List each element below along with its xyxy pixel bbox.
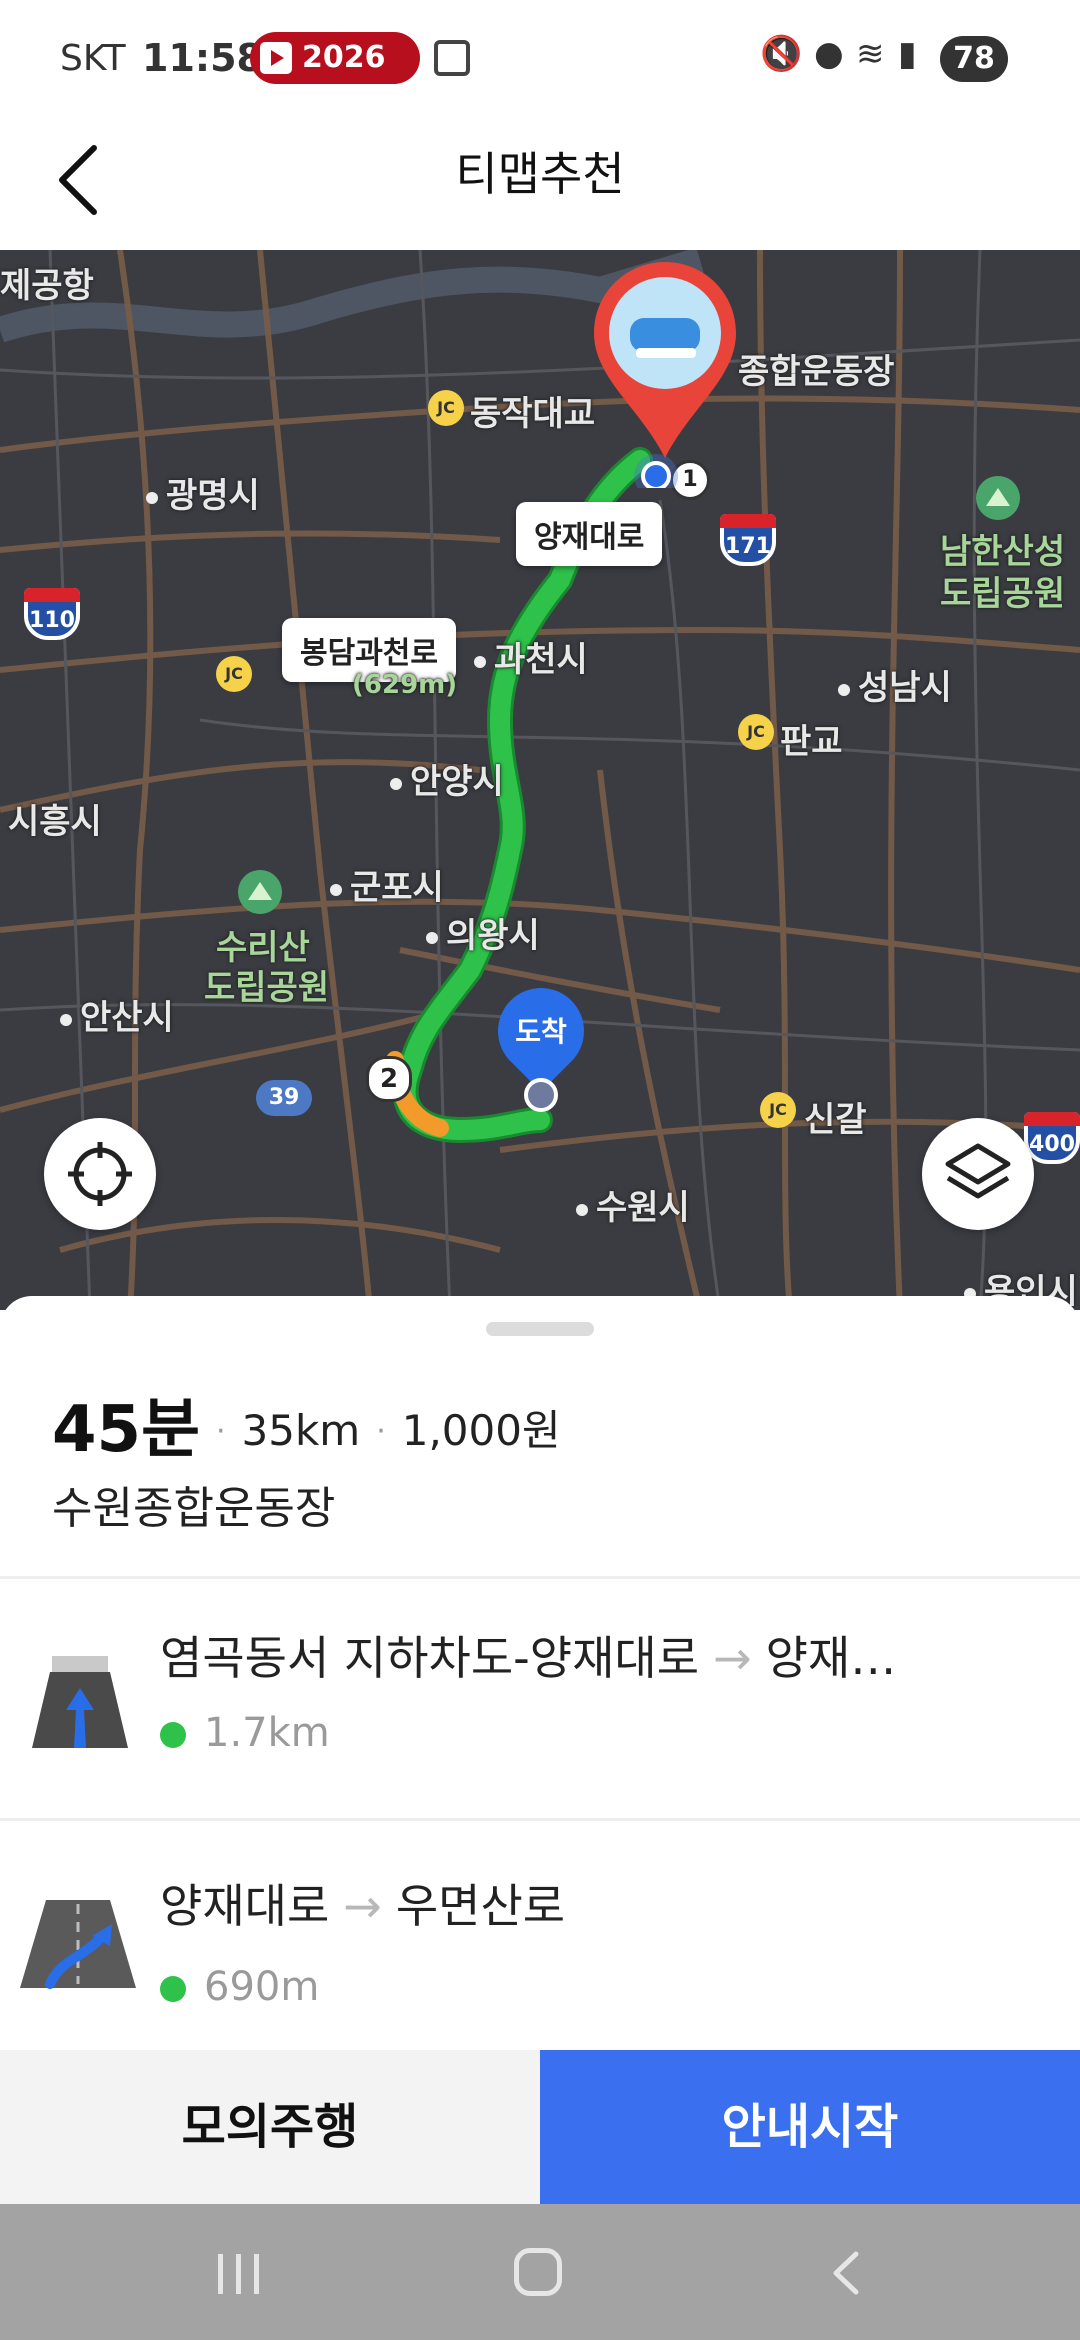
- mute-icon: 🔇: [760, 34, 803, 74]
- jc-marker: JC: [760, 1092, 796, 1128]
- recents-button[interactable]: [218, 2254, 262, 2294]
- home-button[interactable]: [514, 2248, 562, 2296]
- map-label: 동작대교: [470, 394, 596, 434]
- park-icon: [238, 870, 282, 914]
- play-icon: [260, 42, 292, 74]
- map-layers-button[interactable]: [922, 1118, 1034, 1230]
- start-location-pin: [594, 262, 736, 488]
- map-label: 의왕시: [426, 908, 540, 957]
- system-back-button[interactable]: [826, 2250, 866, 2296]
- page-title: 티맵추천: [455, 147, 625, 201]
- route-road-label: 양재대로: [516, 502, 663, 566]
- map-label: 시흥시: [8, 802, 102, 842]
- map-label: 과천시: [474, 632, 588, 681]
- route-map[interactable]: 110 171 39 400 JC JC JC JC 제공항 종합운동장 동작대…: [0, 250, 1080, 1310]
- map-label: 안양시: [390, 754, 504, 803]
- map-label: 군포시: [330, 860, 444, 909]
- start-navigation-button[interactable]: 안내시작: [540, 2050, 1080, 2204]
- arrival-label: 도착: [515, 1015, 567, 1048]
- location-icon: ●: [814, 34, 844, 74]
- destination-name: 수원종합운동장: [52, 1483, 336, 1534]
- map-label: 성남시: [838, 660, 952, 709]
- system-nav-bar: [0, 2204, 1080, 2340]
- map-label: 안산시: [60, 990, 174, 1039]
- layers-icon: [945, 1143, 1011, 1199]
- map-label: 제공항: [0, 266, 94, 306]
- carrier-label: SKT: [60, 38, 126, 79]
- map-label: 판교: [780, 722, 843, 762]
- route-step-text: 염곡동서 지하차도-양재대로 → 양재…: [160, 1631, 897, 1685]
- route-summary-sheet: 45분 · 35km · 1,000원 수원종합운동장 염곡동서 지하차도-양재대로 → 양…: [0, 1296, 1080, 2056]
- status-bar: SKT 11:58 2026 🔇 ● ≋ ▮ 78: [0, 0, 1080, 118]
- map-label: 신갈: [804, 1100, 867, 1140]
- divider: [0, 1818, 1080, 1821]
- recording-indicator: 2026: [250, 32, 420, 84]
- map-label: 도립공원: [940, 574, 1066, 614]
- clock: 11:58: [142, 36, 263, 80]
- merge-right-icon: [20, 1900, 136, 1989]
- battery-indicator: 78: [940, 36, 1008, 82]
- underpass-icon: [32, 1656, 128, 1748]
- screenshot-icon: [434, 40, 470, 76]
- route-toll: 1,000원: [401, 1406, 561, 1455]
- route-step-distance: 1.7km: [160, 1710, 330, 1756]
- map-label: 도립공원: [204, 968, 330, 1008]
- route-distance: 35km: [241, 1406, 361, 1455]
- wifi-icon: ≋: [856, 34, 885, 74]
- divider: [0, 1576, 1080, 1579]
- current-location-button[interactable]: [44, 1118, 156, 1230]
- waypoint-marker: 2: [366, 1056, 412, 1102]
- route-step-text: 양재대로 → 우면산로: [160, 1879, 566, 1933]
- signal-icon: ▮: [898, 34, 917, 74]
- route-duration: 45분: [52, 1393, 200, 1467]
- park-icon: [976, 476, 1020, 520]
- route-road-sublabel: (629m): [352, 670, 458, 700]
- destination-dot: [524, 1078, 558, 1112]
- route-step-distance: 690m: [160, 1964, 319, 2010]
- map-label: 종합운동장: [738, 352, 895, 392]
- map-label: 수원시: [576, 1180, 690, 1229]
- route-summary: 45분 · 35km · 1,000원: [52, 1393, 561, 1467]
- highway-shield: 171: [720, 514, 776, 566]
- highway-shield: 110: [24, 588, 80, 640]
- sheet-drag-handle[interactable]: [486, 1322, 594, 1336]
- map-label: 광명시: [146, 468, 260, 517]
- simulate-drive-button[interactable]: 모의주행: [0, 2050, 540, 2204]
- crosshair-icon: [68, 1142, 132, 1206]
- jc-marker: JC: [216, 656, 252, 692]
- jc-marker: JC: [428, 390, 464, 426]
- jc-marker: JC: [738, 714, 774, 750]
- route-number-badge: 39: [256, 1080, 312, 1116]
